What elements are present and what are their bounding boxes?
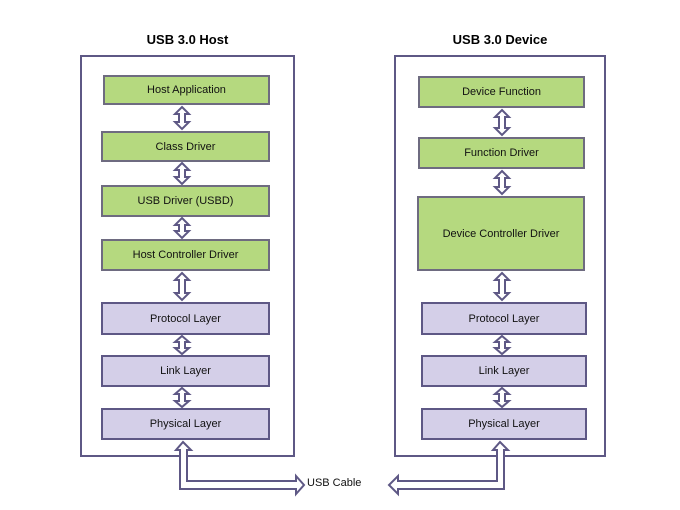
double-arrow-icon (492, 386, 512, 409)
double-arrow-icon (492, 169, 512, 196)
usb-cable-label: USB Cable (307, 477, 362, 489)
double-arrow-icon (172, 334, 192, 356)
connector-layer (172, 105, 512, 497)
double-arrow-icon (492, 334, 512, 356)
double-arrow-icon (172, 161, 192, 186)
double-arrow-icon (172, 105, 192, 131)
host-cable-arrow-icon (173, 440, 306, 497)
double-arrow-icon (492, 108, 512, 137)
double-arrow-icon (172, 386, 192, 409)
double-arrow-icon (172, 271, 192, 302)
double-arrow-icon (492, 271, 512, 302)
device-cable-arrow-icon (387, 440, 511, 497)
double-arrow-icon (172, 216, 192, 240)
